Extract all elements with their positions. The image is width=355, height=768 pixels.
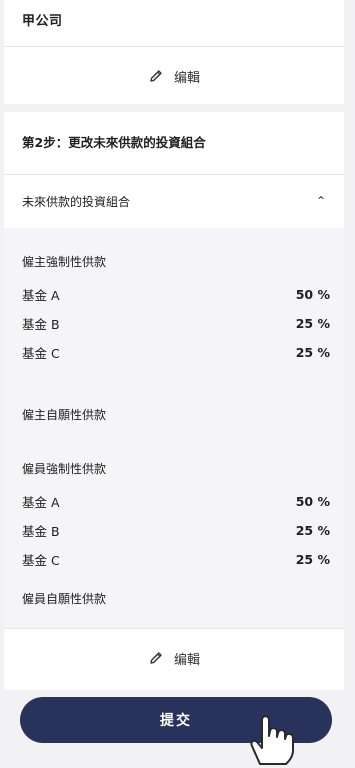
fund-name: 基金 B [22,523,60,539]
section-title: 僱員強制性供款 [22,462,107,476]
divider [4,46,344,47]
edit-label: 编輯 [173,652,200,668]
company-edit-button[interactable]: 编輯 [4,50,344,102]
fund-name: 基金 A [22,494,60,510]
accordion-title: 未來供款的投資組合 [22,194,131,209]
fund-name: 基金 A [22,287,60,303]
section-title: 僱主強制性供款 [22,255,107,269]
divider [4,628,344,629]
accordion-header[interactable]: 未來供款的投資組合 ⌃ [4,174,344,228]
fund-row: 基金 B 25 % [22,520,330,540]
fund-value: 50 % [295,493,330,509]
fund-value: 50 % [295,286,330,302]
hand-pointer-icon [250,715,294,765]
page: 甲公司 编輯 第2步：更改未來供款的投資組合 未來供款的投資組合 ⌃ 僱主強制性… [0,0,355,768]
accordion-body: 僱主強制性供款 基金 A 50 % 基金 B 25 % 基金 C 25 % 僱主… [4,228,344,628]
fund-value: 25 % [295,522,330,538]
pencil-icon [148,68,164,84]
chevron-up-icon: ⌃ [315,194,326,208]
fund-row: 基金 C 25 % [22,549,330,569]
section-title: 僱員自願性供款 [22,592,107,606]
fund-row: 基金 B 25 % [22,313,330,333]
step-card: 第2步：更改未來供款的投資組合 未來供款的投資組合 ⌃ 僱主強制性供款 基金 A… [4,112,344,690]
company-name: 甲公司 [22,14,63,29]
company-card: 甲公司 编輯 [4,0,344,104]
step-edit-button[interactable]: 编輯 [4,630,344,686]
step-title: 第2步：更改未來供款的投資組合 [22,135,206,150]
fund-name: 基金 C [22,552,60,568]
fund-row: 基金 A 50 % [22,491,330,511]
pencil-icon [148,650,164,666]
fund-row: 基金 C 25 % [22,342,330,362]
fund-value: 25 % [295,315,330,331]
fund-value: 25 % [295,344,330,360]
fund-name: 基金 B [22,316,60,332]
fund-value: 25 % [295,551,330,567]
section-title: 僱主自願性供款 [22,408,107,422]
edit-label: 编輯 [173,70,200,86]
fund-row: 基金 A 50 % [22,284,330,304]
fund-name: 基金 C [22,345,60,361]
